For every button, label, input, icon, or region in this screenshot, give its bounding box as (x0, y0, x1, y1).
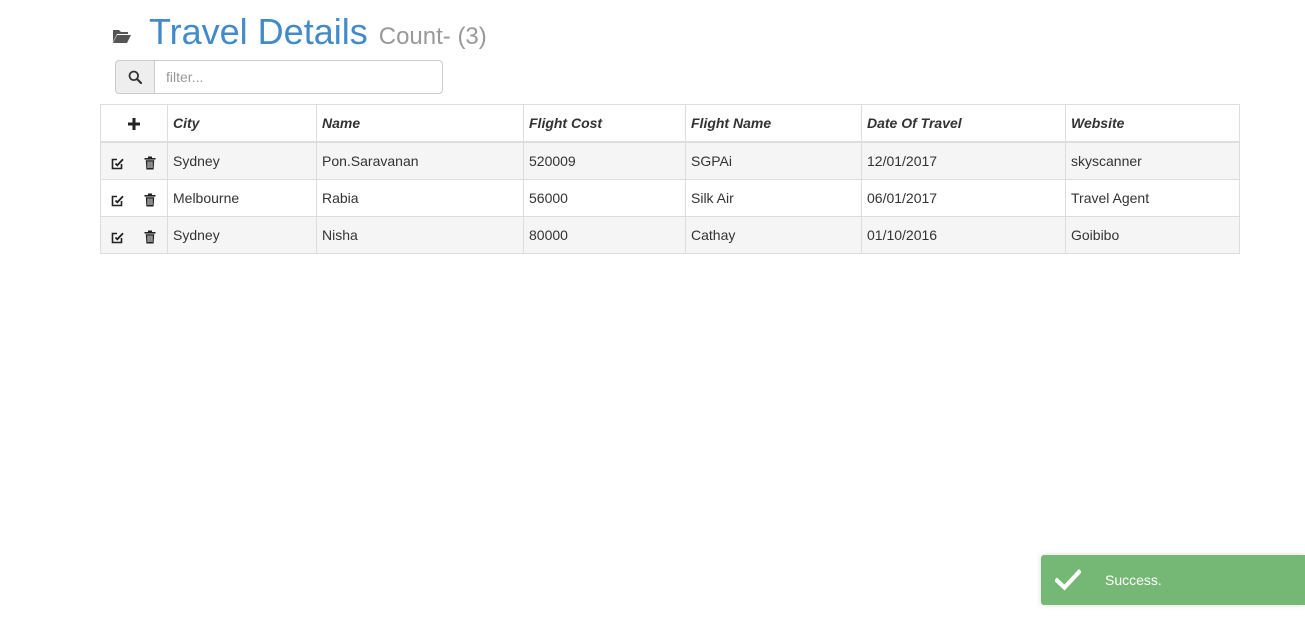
row-actions (100, 141, 168, 180)
cell-flight-cost: 80000 (523, 216, 686, 254)
column-header-flight-name[interactable]: Flight Name (685, 104, 862, 143)
trash-icon[interactable] (143, 156, 157, 170)
table-row: Sydney Nisha 80000 Cathay 01/10/2016 Goi… (100, 216, 1240, 254)
cell-flight-name: Silk Air (685, 179, 862, 217)
column-header-city[interactable]: City (167, 104, 317, 143)
cell-website: skyscanner (1065, 141, 1240, 180)
success-toast[interactable]: Success. (1041, 555, 1305, 605)
search-icon (128, 70, 142, 84)
column-header-name[interactable]: Name (316, 104, 524, 143)
row-actions (100, 179, 168, 217)
edit-icon[interactable] (111, 193, 125, 207)
search-addon[interactable] (115, 60, 154, 94)
cell-date-of-travel: 06/01/2017 (861, 179, 1066, 217)
toast-message: Success. (1105, 572, 1162, 588)
cell-date-of-travel: 01/10/2016 (861, 216, 1066, 254)
cell-name: Pon.Saravanan (316, 141, 524, 180)
column-header-date-of-travel[interactable]: Date Of Travel (861, 104, 1066, 143)
page-title: Travel Details (149, 11, 368, 52)
add-column-header (100, 104, 168, 143)
cell-city: Sydney (167, 216, 317, 254)
page: Travel Details Count- (3) filter... City… (0, 0, 1305, 618)
column-header-flight-cost[interactable]: Flight Cost (523, 104, 686, 143)
travel-table: City Name Flight Cost Flight Name Date O… (100, 104, 1240, 254)
filter-input[interactable] (154, 60, 443, 94)
page-header: Travel Details Count- (3) (112, 8, 487, 56)
cell-flight-cost: 520009 (523, 141, 686, 180)
plus-icon[interactable] (127, 117, 141, 131)
row-actions (100, 216, 168, 254)
cell-flight-cost: 56000 (523, 179, 686, 217)
table-header-row: City Name Flight Cost Flight Name Date O… (100, 104, 1240, 143)
cell-website: Goibibo (1065, 216, 1240, 254)
cell-flight-name: SGPAi (685, 141, 862, 180)
filter-group (115, 60, 443, 94)
table-row: Sydney Pon.Saravanan 520009 SGPAi 12/01/… (100, 141, 1240, 180)
cell-date-of-travel: 12/01/2017 (861, 141, 1066, 180)
cell-name: Rabia (316, 179, 524, 217)
trash-icon[interactable] (143, 230, 157, 244)
folder-open-icon (112, 28, 132, 44)
record-count: Count- (3) (378, 23, 487, 50)
cell-name: Nisha (316, 216, 524, 254)
cell-website: Travel Agent (1065, 179, 1240, 217)
edit-icon[interactable] (111, 230, 125, 244)
table-row: Melbourne Rabia 56000 Silk Air 06/01/201… (100, 179, 1240, 217)
edit-icon[interactable] (111, 156, 125, 170)
cell-city: Melbourne (167, 179, 317, 217)
column-header-website[interactable]: Website (1065, 104, 1240, 143)
trash-icon[interactable] (143, 193, 157, 207)
cell-flight-name: Cathay (685, 216, 862, 254)
checkmark-icon (1054, 569, 1082, 591)
cell-city: Sydney (167, 141, 317, 180)
